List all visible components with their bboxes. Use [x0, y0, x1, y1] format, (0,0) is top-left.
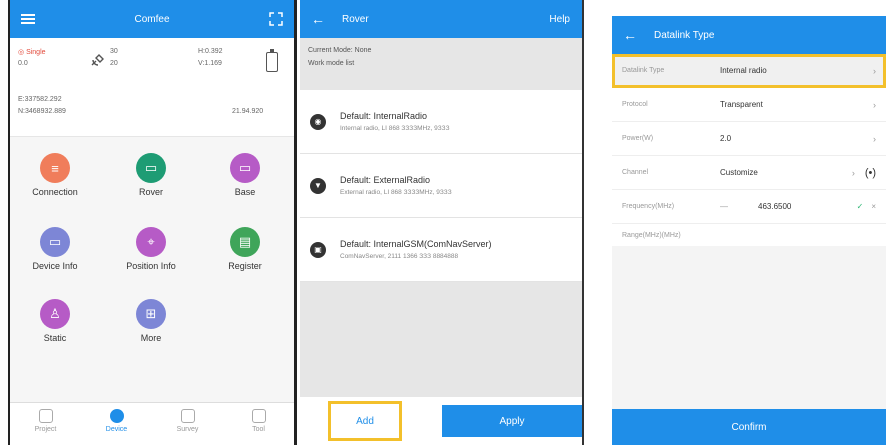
easting-value: E:337582.292 — [18, 96, 62, 103]
more-icon: ⊞ — [136, 299, 166, 329]
protocol-field[interactable]: Protocol Transparent › — [612, 88, 886, 122]
help-button[interactable]: Help — [549, 14, 570, 25]
confirm-button[interactable]: Confirm — [612, 409, 886, 445]
chevron-right-icon: › — [851, 167, 855, 178]
static-icon: ♙ — [40, 299, 70, 329]
tile-register[interactable]: ▤ Register — [200, 227, 290, 271]
register-icon: ▤ — [230, 227, 260, 257]
tab-project[interactable]: Project — [10, 403, 81, 445]
close-icon[interactable]: × — [871, 202, 876, 211]
menu-icon[interactable] — [10, 0, 46, 38]
sat-tracked: 20 — [110, 60, 118, 67]
mode-info: Current Mode: None Work mode list — [300, 38, 582, 90]
vrms-value: V:1.169 — [198, 60, 222, 67]
top-bar: ← Datalink Type — [612, 16, 886, 54]
work-mode-heading: Work mode list — [308, 60, 355, 67]
expand-icon[interactable] — [258, 0, 294, 38]
tile-rover[interactable]: ▭ Rover — [106, 153, 196, 197]
base-icon: ▭ — [230, 153, 260, 183]
hrms-value: H:0.392 — [198, 48, 223, 55]
frequency-field[interactable]: Frequency(MHz) — 463.6500 ✓ × — [612, 190, 886, 224]
channel-field[interactable]: Channel Customize › (•) — [612, 156, 886, 190]
gnss-status[interactable]: ◎ Single 0.0 30 20 H:0.392 V:1.169 E:337… — [10, 38, 294, 136]
satellite-icon — [91, 54, 104, 66]
position-info-icon: ⌖ — [136, 227, 166, 257]
apply-button[interactable]: Apply — [442, 405, 582, 437]
sat-used: 30 — [110, 48, 118, 55]
battery-icon — [266, 49, 278, 72]
rover-screen: ← Rover Help Current Mode: None Work mod… — [300, 0, 584, 445]
project-icon — [38, 409, 53, 423]
bottom-tab-bar: Project Device Survey Tool — [10, 402, 294, 445]
list-item[interactable]: ▼ Default: ExternalRadio External radio,… — [300, 154, 582, 218]
datalink-screen: ← Datalink Type Datalink Type Internal r… — [612, 16, 886, 445]
minus-icon[interactable]: — — [720, 202, 728, 211]
work-mode-list: ◉ Default: InternalRadio Internal radio,… — [300, 90, 582, 282]
radio-icon: ◉ — [310, 113, 326, 130]
device-icon — [109, 409, 124, 423]
function-grid: ≡ Connection ▭ Rover ▭ Base ▭ Device Inf… — [10, 136, 294, 402]
datalink-form: Datalink Type Internal radio › Protocol … — [612, 54, 886, 246]
datalink-type-field[interactable]: Datalink Type Internal radio › — [612, 54, 886, 88]
tab-device[interactable]: Device — [81, 403, 152, 445]
altitude-value: 21.94.920 — [232, 108, 264, 115]
tile-static[interactable]: ♙ Static — [10, 299, 100, 343]
device-info-icon: ▭ — [40, 227, 70, 257]
action-bar: Add Apply — [300, 397, 582, 445]
age-value: 0.0 — [18, 60, 28, 67]
tile-position-info[interactable]: ⌖ Position Info — [106, 227, 196, 271]
survey-icon — [180, 409, 195, 423]
screen-title: Rover — [342, 13, 369, 25]
gsm-icon: ▣ — [310, 241, 326, 258]
add-button[interactable]: Add — [328, 401, 402, 441]
external-radio-icon: ▼ — [310, 177, 326, 194]
northing-value: N:3468932.889 — [18, 108, 66, 115]
range-field: Range(MHz)(MHz) — [622, 231, 681, 239]
tool-icon — [251, 409, 266, 423]
scan-icon[interactable]: (•) — [865, 167, 876, 179]
target-icon: ◎ — [18, 49, 27, 56]
chevron-right-icon: › — [873, 65, 876, 76]
tile-more[interactable]: ⊞ More — [106, 299, 196, 343]
device-screen: Comfee ◎ Single 0.0 30 20 H:0.392 V:1.16… — [8, 0, 297, 445]
rover-icon: ▭ — [136, 153, 166, 183]
solution-label: ◎ Single — [18, 49, 46, 56]
tab-tool[interactable]: Tool — [223, 403, 294, 445]
connection-icon: ≡ — [40, 153, 70, 183]
check-icon[interactable]: ✓ — [857, 202, 864, 211]
app-title: Comfee — [134, 13, 170, 25]
tab-survey[interactable]: Survey — [152, 403, 223, 445]
tile-connection[interactable]: ≡ Connection — [10, 153, 100, 197]
top-bar: ← Rover Help — [300, 0, 582, 38]
back-arrow-icon[interactable]: ← — [612, 16, 648, 54]
tile-base[interactable]: ▭ Base — [200, 153, 290, 197]
tile-device-info[interactable]: ▭ Device Info — [10, 227, 100, 271]
chevron-right-icon: › — [873, 99, 876, 110]
top-bar: Comfee — [10, 0, 294, 38]
list-item[interactable]: ◉ Default: InternalRadio Internal radio,… — [300, 90, 582, 154]
chevron-right-icon: › — [873, 133, 876, 144]
back-arrow-icon[interactable]: ← — [300, 0, 336, 38]
screen-title: Datalink Type — [654, 29, 715, 41]
current-mode-text: Current Mode: None — [308, 47, 372, 54]
power-field[interactable]: Power(W) 2.0 › — [612, 122, 886, 156]
list-item[interactable]: ▣ Default: InternalGSM(ComNavServer) Com… — [300, 218, 582, 282]
